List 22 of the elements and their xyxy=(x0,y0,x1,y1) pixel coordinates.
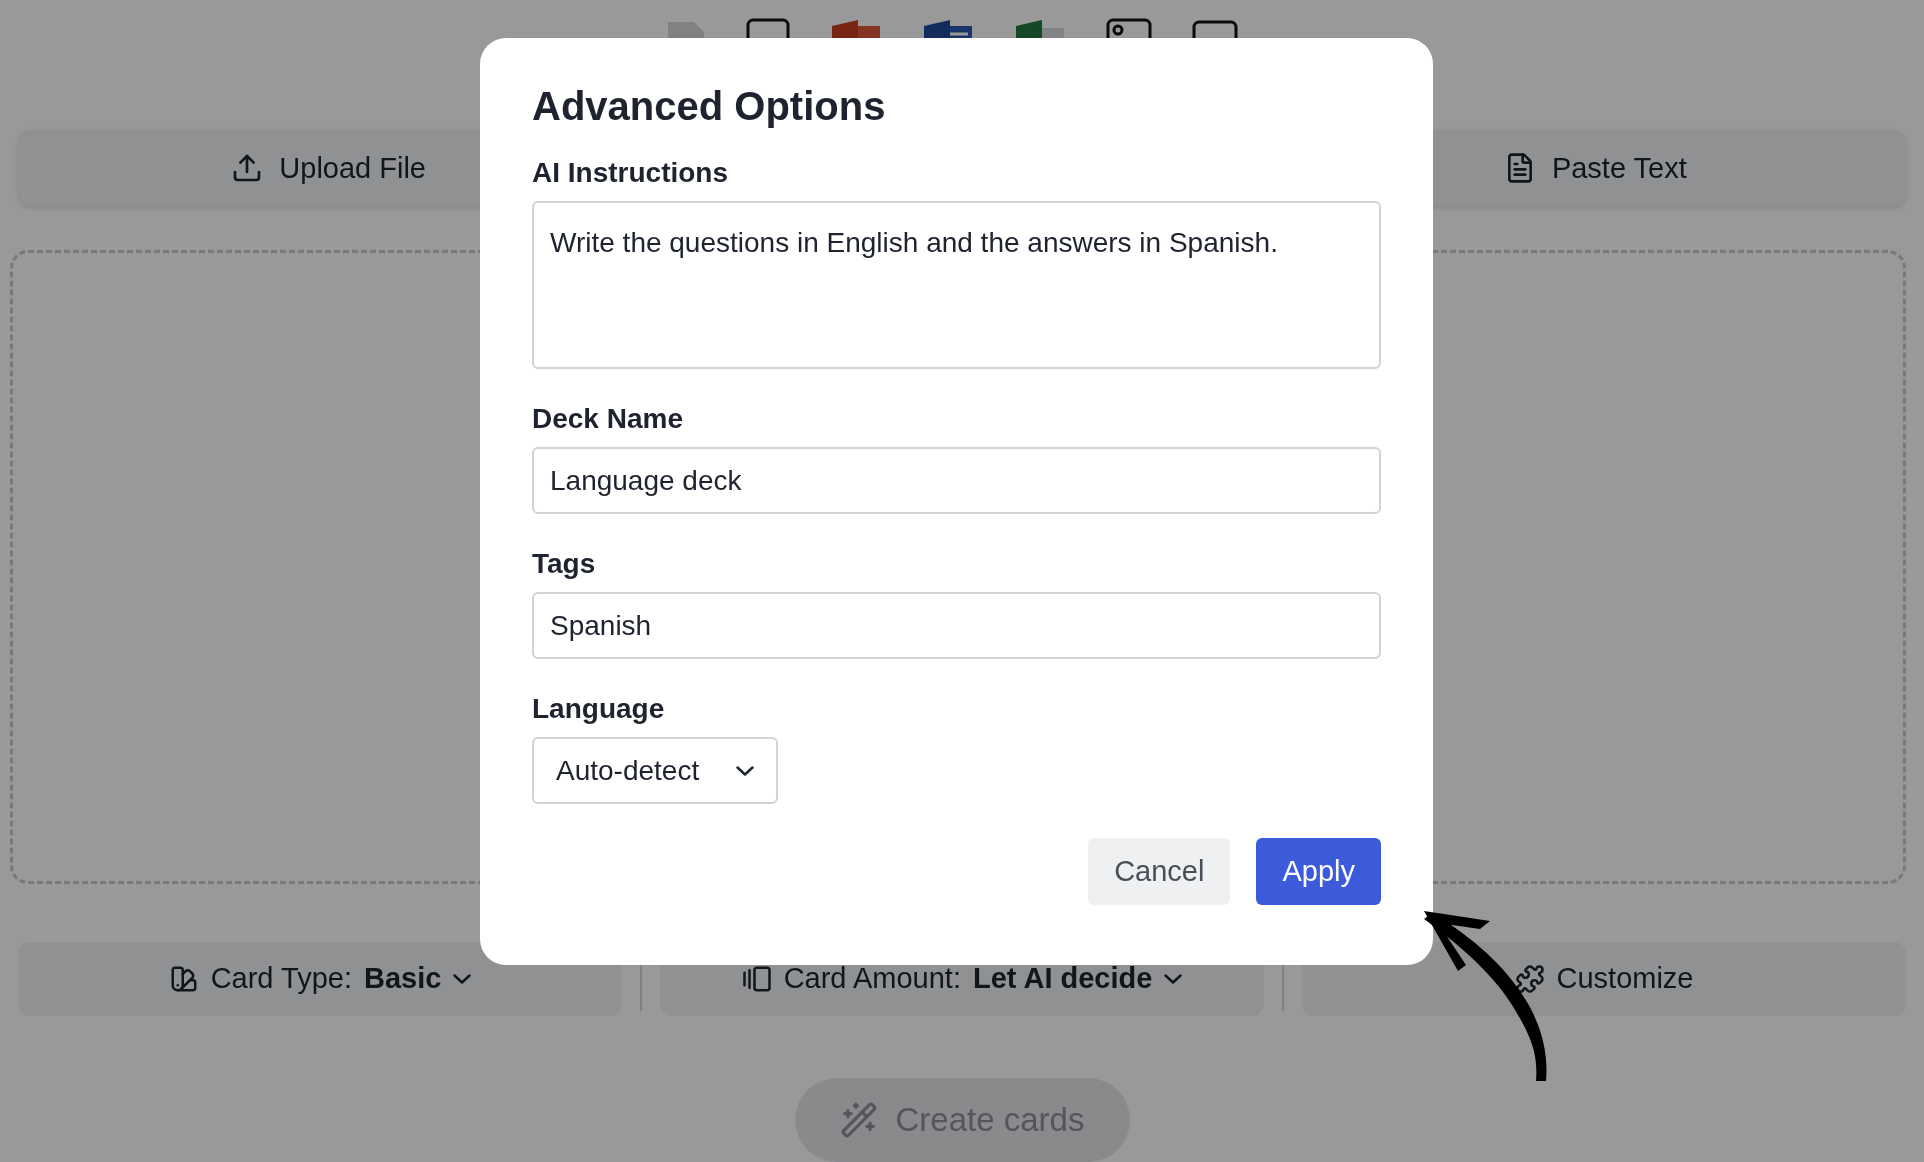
language-select[interactable]: Auto-detect xyxy=(532,737,778,804)
chevron-down-icon xyxy=(736,765,754,776)
setting-label: Customize xyxy=(1556,962,1694,996)
card-type-dropdown[interactable]: Card Type: Basic xyxy=(18,941,622,1016)
apply-button[interactable]: Apply xyxy=(1256,838,1381,905)
magic-wand-icon xyxy=(839,1100,878,1139)
setting-value: Basic xyxy=(363,962,442,996)
setting-value: Let AI decide xyxy=(972,962,1153,996)
cancel-button[interactable]: Cancel xyxy=(1088,838,1231,905)
field-label: Tags xyxy=(532,548,597,580)
field-label: Language xyxy=(532,693,666,725)
field-label: Deck Name xyxy=(532,403,684,435)
customize-button[interactable]: Customize xyxy=(1302,941,1906,1016)
setting-label: Card Type: xyxy=(210,962,352,996)
puzzle-icon xyxy=(1514,963,1545,994)
chevron-down-icon xyxy=(1164,973,1183,984)
dialog-title: Advanced Options xyxy=(532,84,887,129)
text-input-field[interactable]: Language deck xyxy=(532,447,1381,514)
text-input-field[interactable]: Spanish xyxy=(532,592,1381,659)
chevron-down-icon xyxy=(453,973,472,984)
setting-label: Card Amount: xyxy=(783,962,961,996)
instructions-field[interactable]: Write the questions in English and the answers in Spanish. xyxy=(532,201,1381,369)
